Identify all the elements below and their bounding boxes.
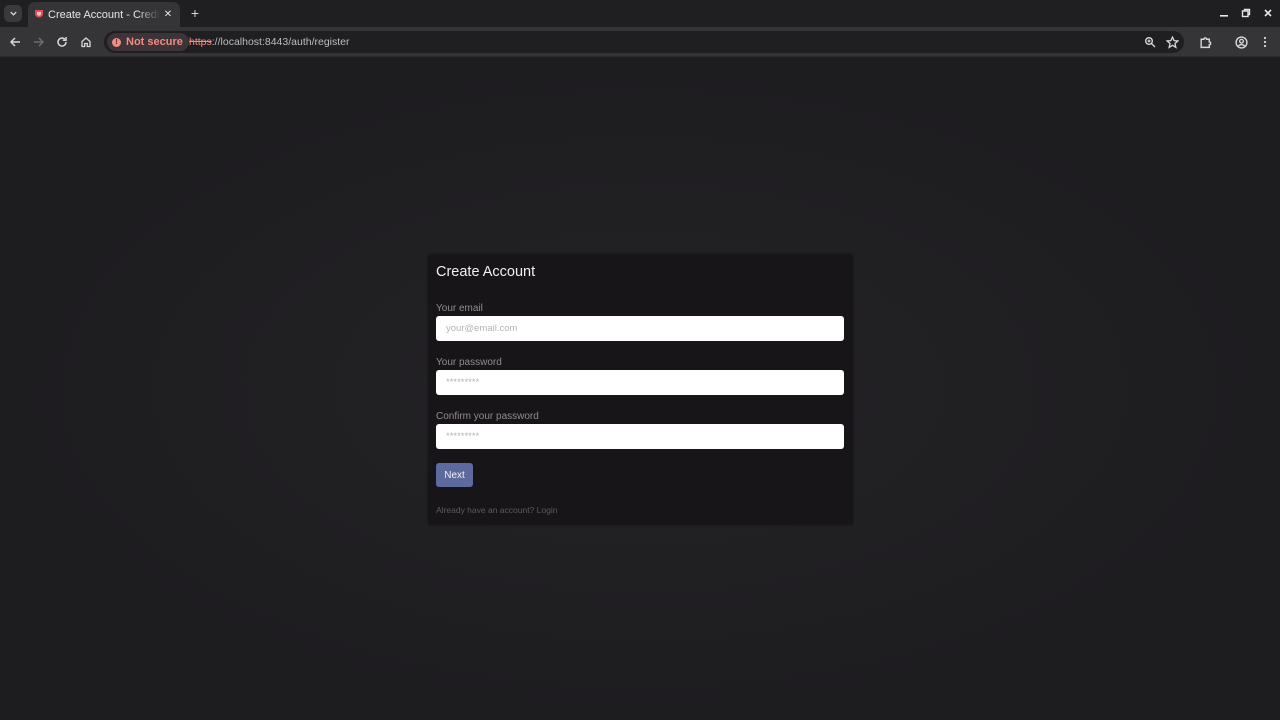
minimize-button[interactable] — [1217, 6, 1231, 20]
profile-button[interactable] — [1233, 34, 1249, 50]
menu-icon — [1263, 36, 1267, 48]
email-label: Your email — [436, 303, 483, 314]
home-button[interactable] — [78, 34, 94, 50]
tab-close-icon[interactable]: ✕ — [161, 7, 175, 21]
chevron-down-icon — [9, 11, 17, 16]
restore-button[interactable] — [1239, 6, 1253, 20]
new-tab-button[interactable]: + — [187, 5, 203, 21]
confirm-password-field[interactable] — [436, 424, 844, 449]
forward-button[interactable] — [31, 34, 47, 50]
extensions-icon — [1199, 36, 1211, 48]
register-card: Create Account Your email Your password … — [428, 254, 853, 525]
browser-menu-button[interactable] — [1257, 34, 1273, 50]
bookmark-button[interactable] — [1164, 34, 1180, 50]
email-field[interactable] — [436, 316, 844, 341]
close-icon — [1264, 9, 1272, 17]
profile-icon — [1234, 35, 1248, 49]
url-scheme: https — [189, 36, 212, 48]
forward-icon — [34, 37, 45, 47]
form-title: Create Account — [436, 264, 536, 280]
security-chip[interactable]: ! Not secure — [107, 33, 189, 51]
reload-button[interactable] — [54, 34, 70, 50]
url-rest: ://localhost:8443/auth/register — [211, 36, 350, 48]
tab-strip: Create Account - Credi ✕ + — [0, 0, 1280, 27]
browser-tab[interactable]: Create Account - Credi ✕ — [28, 2, 180, 27]
back-button[interactable] — [7, 34, 23, 50]
login-link[interactable]: Login — [537, 505, 558, 515]
page-content: Create Account Your email Your password … — [0, 58, 1280, 720]
tab-search-button[interactable] — [4, 5, 22, 22]
login-prompt-text: Already have an account? — [436, 505, 535, 515]
password-field[interactable] — [436, 370, 844, 395]
url-text[interactable]: https://localhost:8443/auth/register — [189, 36, 350, 48]
zoom-button[interactable] — [1142, 34, 1158, 50]
restore-icon — [1241, 8, 1251, 18]
star-icon — [1165, 35, 1179, 49]
login-prompt: Already have an account? Login — [436, 505, 557, 515]
zoom-icon — [1145, 37, 1156, 48]
extensions-button[interactable] — [1197, 34, 1213, 50]
home-icon — [81, 37, 91, 48]
close-window-button[interactable] — [1261, 6, 1275, 20]
security-chip-label: Not secure — [126, 36, 183, 48]
reload-icon — [57, 37, 67, 47]
minimize-icon — [1220, 15, 1228, 17]
back-icon — [9, 37, 20, 47]
warning-icon: ! — [112, 37, 121, 47]
next-button[interactable]: Next — [436, 463, 473, 487]
tab-title: Create Account - Credi — [48, 8, 160, 21]
confirm-password-label: Confirm your password — [436, 411, 539, 422]
address-bar[interactable]: ! Not secure https://localhost:8443/auth… — [104, 31, 1184, 53]
password-label: Your password — [436, 357, 502, 368]
favicon-icon — [34, 9, 44, 20]
browser-toolbar: ! Not secure https://localhost:8443/auth… — [0, 27, 1280, 57]
